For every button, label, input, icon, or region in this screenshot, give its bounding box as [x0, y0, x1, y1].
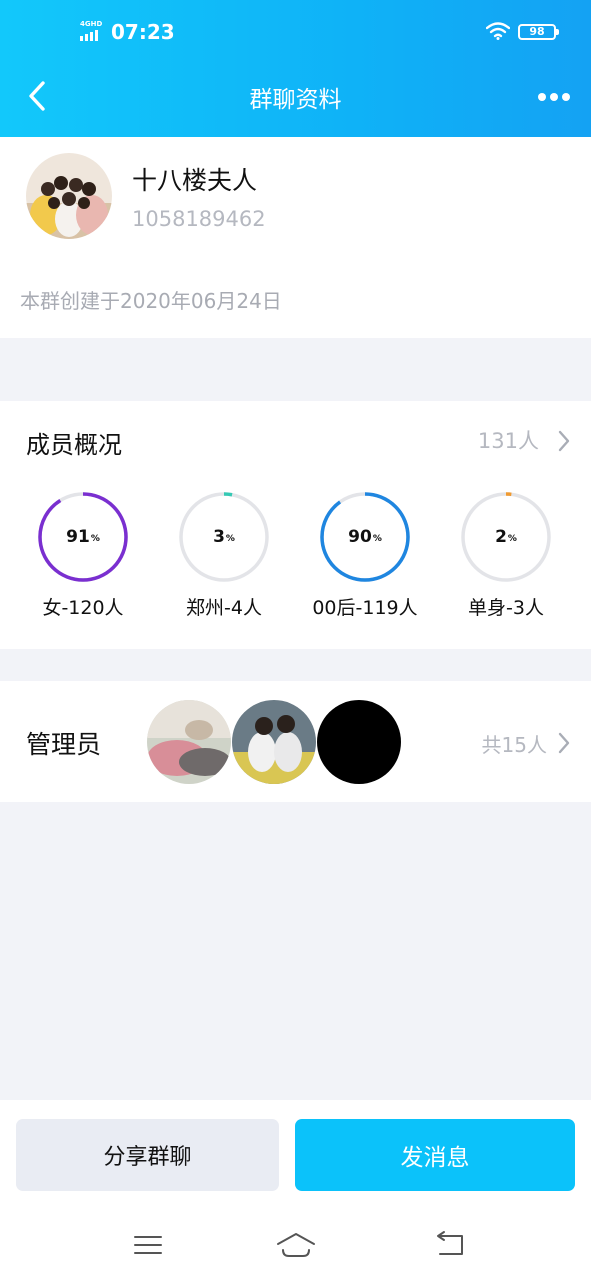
share-group-button[interactable]: 分享群聊 — [16, 1119, 279, 1191]
more-dot-icon — [538, 93, 546, 101]
member-overview-card[interactable]: 成员概况 131人 91% 女-120人 3% 郑州-4人 90% 00后-11… — [0, 401, 591, 649]
stat-ring: 90% — [319, 491, 411, 583]
stat-label: 单身-3人 — [468, 597, 544, 619]
percent-unit: % — [90, 534, 100, 544]
more-dot-icon — [562, 93, 570, 101]
more-dot-icon — [550, 93, 558, 101]
group-created-date: 本群创建于2020年06月24日 — [20, 289, 282, 313]
admin-avatar[interactable] — [147, 700, 231, 784]
signal-icon: 4GHD — [80, 20, 106, 42]
home-icon[interactable] — [276, 1230, 316, 1260]
admin-count: 共15人 — [481, 733, 547, 757]
status-bar: 4GHD 07:23 98 — [0, 18, 591, 48]
menu-icon[interactable] — [128, 1230, 168, 1260]
app-header: 4GHD 07:23 98 群聊资料 — [0, 0, 591, 137]
stat-percent: 2 — [495, 527, 507, 547]
stat-ring: 91% — [37, 491, 129, 583]
stat-percent: 91 — [66, 527, 90, 547]
stat-label: 00后-119人 — [312, 597, 418, 619]
group-avatar[interactable] — [26, 153, 112, 239]
stat-label: 女-120人 — [42, 597, 124, 619]
admin-card[interactable]: 管理员 共15人 — [0, 681, 591, 802]
stat-percent: 3 — [213, 527, 225, 547]
member-count: 131人 — [477, 429, 539, 453]
member-stat: 91% 女-120人 — [18, 491, 148, 620]
admin-avatar[interactable] — [317, 700, 401, 784]
admin-avatar[interactable] — [232, 700, 316, 784]
page-title: 群聊资料 — [249, 87, 342, 113]
status-time: 07:23 — [111, 20, 175, 44]
percent-unit: % — [225, 534, 235, 544]
percent-unit: % — [372, 534, 382, 544]
wifi-icon — [486, 22, 510, 40]
group-name: 十八楼夫人 — [132, 166, 258, 195]
battery-icon: 98 — [518, 24, 559, 40]
group-id: 1058189462 — [132, 207, 266, 231]
battery-level: 98 — [529, 25, 545, 38]
more-button[interactable] — [530, 82, 578, 112]
stat-ring: 2% — [460, 491, 552, 583]
chevron-right-icon — [558, 430, 570, 452]
member-stat: 90% 00后-119人 — [300, 491, 430, 620]
chevron-right-icon — [558, 732, 570, 754]
network-type: 4GHD — [80, 20, 103, 28]
bottom-action-bar: 分享群聊 发消息 — [0, 1100, 591, 1280]
group-info-card: 十八楼夫人 1058189462 本群创建于2020年06月24日 — [0, 137, 591, 338]
percent-unit: % — [507, 534, 517, 544]
admin-title: 管理员 — [26, 730, 102, 759]
back-nav-icon[interactable] — [430, 1230, 470, 1260]
stat-label: 郑州-4人 — [186, 597, 262, 619]
member-stat: 3% 郑州-4人 — [159, 491, 289, 620]
stat-ring: 3% — [178, 491, 270, 583]
stat-percent: 90 — [348, 527, 372, 547]
send-message-button[interactable]: 发消息 — [295, 1119, 575, 1191]
member-stat: 2% 单身-3人 — [441, 491, 571, 620]
member-overview-title: 成员概况 — [26, 431, 122, 459]
